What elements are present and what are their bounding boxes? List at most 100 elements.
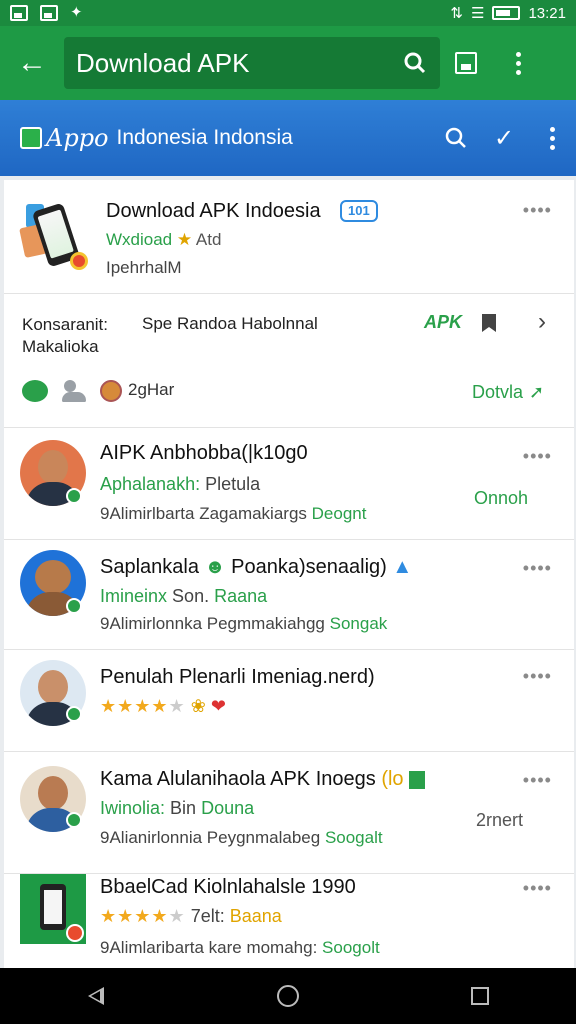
bookmark-button[interactable]: [440, 26, 492, 100]
users-icon[interactable]: [62, 378, 88, 402]
circle-home-icon: [277, 985, 299, 1007]
item-sub-value: 7elt:: [190, 906, 225, 926]
list-item[interactable]: Kama Alulanihaola APK Inoegs (lo Iwinoli…: [4, 752, 574, 874]
more-horiz-icon[interactable]: ••••: [523, 666, 552, 687]
thumb-emoji-icon: ▲: [392, 556, 413, 578]
sub-overflow-button[interactable]: [528, 100, 576, 176]
sub-header-title: Indonesia Indonsia: [116, 126, 293, 149]
sub-search-button[interactable]: [432, 100, 480, 176]
star-emoji-icon: ★: [176, 230, 193, 249]
item-sub-rest: Douna: [201, 798, 255, 818]
chevron-right-icon[interactable]: ›: [538, 308, 546, 336]
download-link[interactable]: Dotvla ➚: [472, 382, 544, 403]
app-header[interactable]: Download APK Indoesia 101 Wxdioad ★ Atd …: [4, 180, 574, 294]
feather-notification-icon: ✦: [70, 4, 83, 21]
apk-label[interactable]: APK: [424, 312, 462, 333]
item-sub-label: Aphalanakh:: [100, 474, 201, 494]
more-vert-icon: [515, 51, 521, 75]
chat-icon[interactable]: [22, 380, 48, 402]
item-meta: 9Alimirlbarta Zagamakiargs Deognt: [100, 504, 366, 524]
item-meta: 9Alianirlonnia Peygnmalabeg Soogalt: [100, 828, 383, 848]
gallery-notification-icon: [10, 5, 28, 21]
item-title: AIPK Anbhobba(|k10g0: [100, 442, 308, 464]
search-icon[interactable]: [402, 50, 428, 76]
app-subtitle-extra: Atd: [195, 230, 222, 249]
item-meta-highlight: Deognt: [311, 504, 367, 523]
list-item[interactable]: BbaelCad Kiolnlahalsle 1990 ★★★★★ 7elt: …: [4, 874, 574, 968]
item-title-rest: Poanka)senaalig): [231, 556, 387, 578]
heart-icon: ❤: [210, 696, 226, 716]
avatar-face: [35, 560, 71, 594]
app-toolbar: ← Download APK: [0, 26, 576, 100]
item-side-label[interactable]: 2rnert: [476, 810, 523, 831]
verified-badge-icon: [66, 812, 82, 828]
nav-recents-button[interactable]: [450, 968, 510, 1024]
app-badge-icon: [66, 924, 84, 942]
item-side-label[interactable]: Onnoh: [474, 488, 528, 509]
arrow-left-icon: ←: [17, 46, 47, 79]
verified-badge-icon: [66, 488, 82, 504]
item-meta-highlight: Soogolt: [322, 938, 380, 957]
bookmark-icon[interactable]: [482, 314, 496, 332]
item-title: Kama Alulanihaola APK Inoegs (lo: [100, 768, 426, 791]
item-title-text: Kama Alulanihaola APK Inoegs: [100, 768, 376, 790]
item-title: Penulah Plenarli Imeniag.nerd): [100, 666, 375, 688]
item-meta: 9Alimirlonnka Pegmmakiahgg Songak: [100, 614, 387, 634]
check-button[interactable]: ✓: [480, 100, 528, 176]
item-subtitle: Aphalanakh: Pletula: [100, 474, 260, 495]
app-tag-badge: 101: [340, 200, 378, 222]
item-sub-value: Son.: [172, 586, 210, 606]
item-title-text: Saplankala: [100, 556, 199, 578]
thumb-badge-icon: [70, 252, 88, 270]
battery-icon: [492, 6, 521, 20]
nav-home-button[interactable]: [258, 968, 318, 1024]
item-meta-highlight: Songak: [329, 614, 388, 633]
sub-header: Appo Indonesia Indonsia ✓: [0, 100, 576, 176]
info-description: Spe Randoa Habolnnal: [142, 314, 318, 333]
arrow-up-right-icon: ➚: [529, 382, 545, 402]
back-button[interactable]: ←: [0, 26, 64, 100]
list-item[interactable]: Penulah Plenarli Imeniag.nerd) ★★★★★ ❀ ❤…: [4, 650, 574, 752]
more-horiz-icon[interactable]: ••••: [523, 878, 552, 899]
smile-emoji-icon: ☻: [204, 556, 226, 578]
item-meta-text: 9Alimlaribarta kare momahg:: [100, 938, 318, 957]
avatar: [100, 380, 122, 402]
item-sub-rest: Baana: [229, 906, 282, 926]
more-horiz-icon[interactable]: ••••: [523, 770, 552, 791]
star-rating-icon: ★★★★★: [100, 906, 186, 926]
rating-stars: ★★★★: [100, 906, 169, 926]
more-horiz-icon[interactable]: ••••: [523, 558, 552, 579]
check-icon: ✓: [493, 124, 515, 152]
verified-badge-icon: [66, 706, 82, 722]
search-icon: [445, 127, 466, 148]
info-row: Konsaranit: Makalioka Spe Randoa Habolnn…: [4, 294, 574, 428]
square-recents-icon: [471, 987, 489, 1005]
app-thumbnail: [19, 202, 92, 278]
verified-badge-icon: [66, 598, 82, 614]
item-sub-value: Bin: [170, 798, 197, 818]
search-query[interactable]: Download APK: [76, 48, 402, 79]
more-horiz-icon[interactable]: ••••: [523, 446, 552, 467]
status-time: 13:21: [528, 4, 566, 22]
avatar-face: [38, 670, 68, 704]
ribbon-emoji-icon: ❀: [190, 696, 206, 716]
more-vert-icon: [549, 126, 555, 150]
search-box[interactable]: Download APK: [64, 37, 440, 89]
overflow-menu-button[interactable]: [492, 26, 544, 100]
nav-back-button[interactable]: [66, 968, 126, 1024]
green-tag-icon: [409, 770, 426, 789]
list-item[interactable]: AIPK Anbhobba(|k10g0 Aphalanakh: Pletula…: [4, 428, 574, 540]
image-bookmark-icon: [455, 52, 477, 74]
app-title: Download APK Indoesia: [106, 200, 321, 222]
item-sub-label: Iwinolia:: [100, 798, 166, 818]
list-item[interactable]: Saplankala ☻ Poanka)senaalig) ▲ Imineinx…: [4, 540, 574, 650]
more-horiz-icon[interactable]: ••••: [523, 200, 552, 221]
app-subtitle-text: Wxdioad: [106, 230, 173, 249]
star-rating-icon: ★★★★★: [100, 696, 186, 716]
app-developer: IpehrhalМ: [106, 258, 182, 277]
item-meta-text: 9Alianirlonnia Peygnmalabeg: [100, 828, 321, 847]
item-subtitle: Imineinx Son. Raana: [100, 586, 267, 607]
avatar-face: [38, 776, 68, 810]
triangle-back-icon: [88, 987, 104, 1005]
info-label: Konsaranit: Makalioka: [22, 315, 108, 356]
